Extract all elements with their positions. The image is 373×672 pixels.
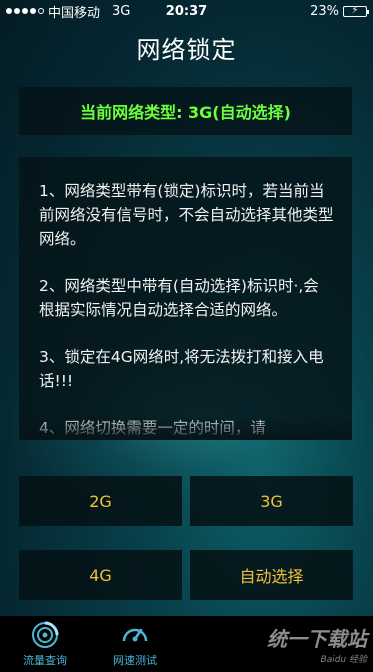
battery-percent: 23% [310, 3, 339, 19]
watermark-sub: Baidu 经验 [320, 655, 367, 665]
auto-select-button[interactable]: 自动选择 [190, 550, 353, 600]
info-item: 3、锁定在4G网络时,将无法拨打和接入电话!!! [39, 348, 324, 390]
tab-label: 网速测试 [113, 653, 157, 667]
status-bar: 中国移动 3G 20:37 23% ⚡ [0, 0, 373, 22]
battery-indicator: 23% ⚡ [310, 3, 369, 19]
lock-2g-button[interactable]: 2G [19, 476, 182, 526]
current-network-panel: 当前网络类型: 3G(自动选择) [19, 87, 352, 135]
tab-speed-test[interactable]: 网速测试 [90, 616, 180, 672]
tab-label: 流量查询 [23, 653, 67, 667]
info-item: 4、网络切换需要一定的时间，请 [39, 419, 266, 437]
info-item: 2、网络类型中带有(自动选择)标识时·,会根据实际情况自动选择合适的网络。 [39, 277, 319, 319]
speedometer-icon [122, 628, 148, 641]
watermark: 统一下载站 Baidu 经验 [187, 616, 367, 672]
battery-icon: ⚡ [343, 5, 369, 17]
lock-4g-button[interactable]: 4G [19, 550, 182, 600]
traffic-icon [32, 621, 59, 648]
watermark-text: 统一下载站 [267, 627, 367, 651]
info-item: 1、网络类型带有(锁定)标识时，若当前当前网络没有信号时，不会自动选择其他类型网… [39, 182, 334, 248]
lock-3g-button[interactable]: 3G [190, 476, 353, 526]
page-title: 网络锁定 [136, 36, 237, 64]
info-panel[interactable]: 1、网络类型带有(锁定)标识时，若当前当前网络没有信号时，不会自动选择其他类型网… [19, 157, 352, 440]
current-network-label: 当前网络类型: 3G(自动选择) [80, 103, 291, 122]
tab-traffic-query[interactable]: 流量查询 [0, 616, 90, 672]
